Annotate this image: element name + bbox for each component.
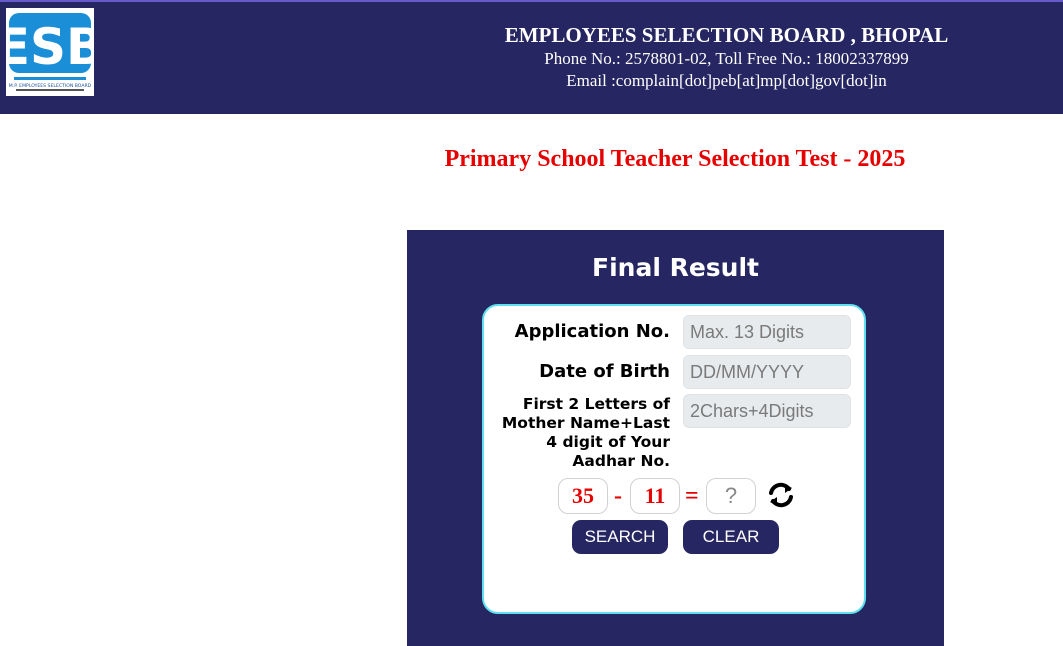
clear-button[interactable]: CLEAR — [683, 520, 779, 554]
captcha-equals: = — [685, 483, 699, 509]
esb-logo[interactable]: ESB M.P. EMPLOYEES SELECTION BOARD — [6, 8, 94, 96]
refresh-captcha-icon[interactable] — [767, 481, 795, 509]
page-title: Primary School Teacher Selection Test - … — [444, 146, 906, 172]
dob-input[interactable] — [683, 355, 851, 389]
application-no-input[interactable] — [683, 315, 851, 349]
svg-text:ESB: ESB — [6, 18, 94, 76]
final-result-panel: Final Result Application No. Date of Bir… — [407, 230, 944, 646]
phone-line: Phone No.: 2578801-02, Toll Free No.: 18… — [544, 49, 909, 68]
mother-aadhar-label: First 2 Letters of Mother Name+Last 4 di… — [501, 395, 670, 470]
mother-aadhar-input[interactable] — [683, 394, 851, 428]
result-form-card: Application No. Date of Birth First 2 Le… — [482, 304, 866, 614]
captcha-number-2: 11 — [630, 478, 680, 514]
dob-label: Date of Birth — [539, 361, 670, 382]
search-button[interactable]: SEARCH — [572, 520, 668, 554]
site-header: ESB M.P. EMPLOYEES SELECTION BOARD EMPLO… — [0, 2, 1063, 114]
email-line: Email :complain[dot]peb[at]mp[dot]gov[do… — [566, 71, 887, 90]
svg-text:M.P. EMPLOYEES SELECTION BOARD: M.P. EMPLOYEES SELECTION BOARD — [9, 83, 92, 89]
captcha-answer-input[interactable] — [706, 478, 756, 514]
application-no-label: Application No. — [514, 321, 670, 342]
org-info: EMPLOYEES SELECTION BOARD , BHOPAL Phone… — [450, 22, 1003, 92]
panel-title: Final Result — [592, 253, 759, 282]
esb-logo-icon: ESB M.P. EMPLOYEES SELECTION BOARD — [6, 13, 94, 91]
captcha-operator: - — [614, 483, 622, 509]
captcha-number-1: 35 — [558, 478, 608, 514]
org-name: EMPLOYEES SELECTION BOARD , BHOPAL — [504, 23, 949, 47]
